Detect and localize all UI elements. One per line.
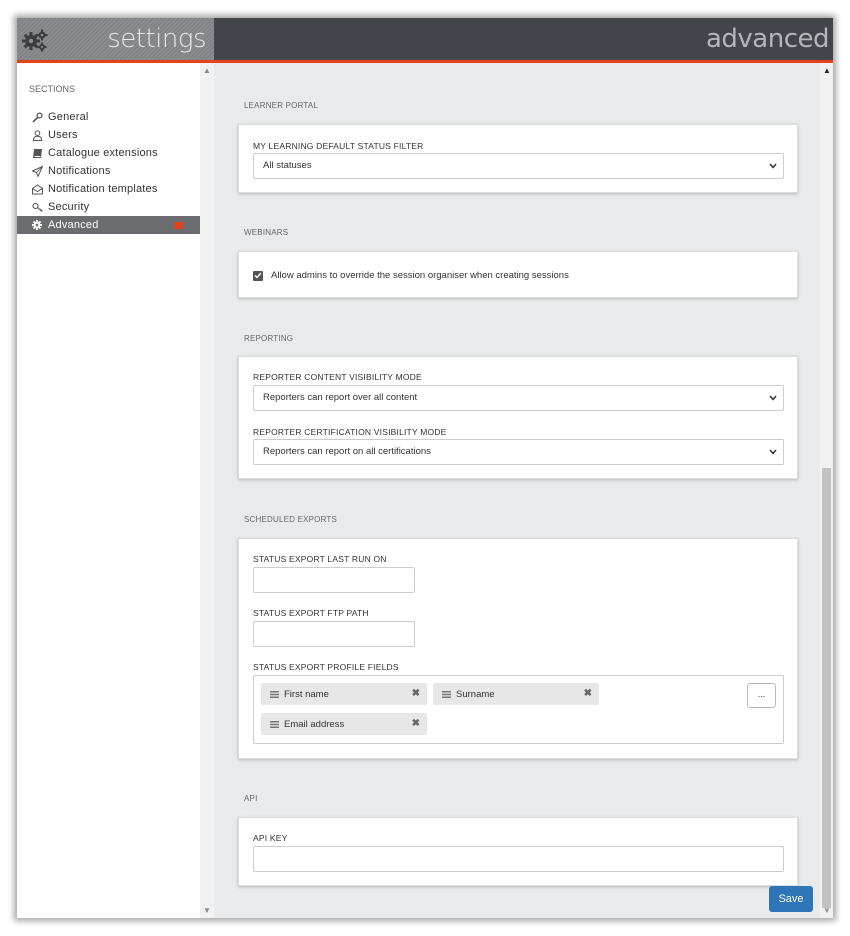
override-organiser-label: Allow admins to override the session org…	[271, 270, 569, 281]
active-indicator	[174, 222, 183, 229]
header-right: advanced	[214, 18, 833, 60]
content-visibility-label: REPORTER CONTENT VISIBILITY MODE	[253, 372, 422, 382]
sidebar-item-notification-templates[interactable]: Notification templates	[17, 180, 200, 198]
main-content: LEARNER PORTAL MY LEARNING DEFAULT STATU…	[214, 63, 820, 918]
scroll-down-arrow-icon[interactable]: ▼	[823, 906, 831, 915]
envelope-icon	[31, 183, 43, 195]
sidebar-item-label: Users	[48, 129, 78, 141]
profile-field-tag: Email address ✖	[261, 713, 427, 735]
profile-fields-box[interactable]: First name ✖ Surname ✖ Email address ✖ .…	[253, 675, 784, 744]
gear-icon	[31, 219, 43, 231]
sidebar-item-label: Notifications	[48, 165, 111, 177]
sidebar-item-users[interactable]: Users	[17, 126, 200, 144]
field-list-icon	[270, 720, 279, 728]
section-title-api: API	[244, 794, 258, 803]
profile-field-label: First name	[284, 688, 329, 700]
card-api: API KEY	[238, 817, 798, 886]
status-filter-label: MY LEARNING DEFAULT STATUS FILTER	[253, 141, 424, 151]
section-title-learner-portal: LEARNER PORTAL	[244, 101, 319, 110]
profile-field-label: Surname	[456, 688, 495, 700]
chevron-down-icon	[769, 163, 777, 169]
last-run-label: STATUS EXPORT LAST RUN ON	[253, 554, 387, 564]
scrollbar-thumb[interactable]	[822, 468, 831, 908]
override-organiser-checkbox[interactable]	[253, 270, 263, 281]
header-section-title: advanced	[705, 24, 830, 54]
override-organiser-row: Allow admins to override the session org…	[253, 270, 569, 281]
scroll-up-arrow-icon[interactable]: ▲	[823, 66, 831, 75]
sidebar-item-label: Security	[48, 201, 90, 213]
content-visibility-value: Reporters can report over all content	[263, 392, 418, 403]
status-filter-select[interactable]: All statuses	[253, 153, 784, 179]
checkmark-icon	[254, 272, 262, 279]
profile-field-tag: Surname ✖	[433, 683, 599, 705]
sidebar: SECTIONS General Users Catalogue extensi…	[17, 63, 200, 918]
sidebar-item-security[interactable]: Security	[17, 198, 200, 216]
sidebar-item-general[interactable]: General	[17, 108, 200, 126]
remove-icon[interactable]: ✖	[584, 688, 592, 699]
card-learner-portal: MY LEARNING DEFAULT STATUS FILTER All st…	[238, 124, 798, 193]
status-filter-value: All statuses	[263, 160, 312, 171]
field-list-icon	[442, 690, 451, 698]
card-webinars: Allow admins to override the session org…	[238, 251, 798, 298]
save-button[interactable]: Save	[769, 886, 813, 912]
header-settings-title: settings	[107, 24, 206, 54]
section-title-scheduled-exports: SCHEDULED EXPORTS	[244, 515, 338, 524]
chevron-down-icon	[769, 449, 777, 455]
sidebar-scrollbar[interactable]: ▲ ▼	[200, 63, 214, 918]
ftp-path-label: STATUS EXPORT FTP PATH	[253, 608, 369, 618]
scroll-down-arrow-icon[interactable]: ▼	[203, 906, 211, 915]
profile-field-tag: First name ✖	[261, 683, 427, 705]
sections-label: SECTIONS	[29, 84, 76, 94]
field-list-icon	[270, 690, 279, 698]
section-title-reporting: REPORTING	[244, 334, 294, 343]
ftp-path-input[interactable]	[253, 621, 415, 647]
content-visibility-select[interactable]: Reporters can report over all content	[253, 385, 784, 411]
card-scheduled-exports: STATUS EXPORT LAST RUN ON STATUS EXPORT …	[238, 538, 798, 759]
last-run-input[interactable]	[253, 567, 415, 593]
sidebar-item-label: Catalogue extensions	[48, 147, 158, 159]
cert-visibility-select[interactable]: Reporters can report on all certificatio…	[253, 439, 784, 465]
profile-field-label: Email address	[284, 718, 345, 730]
settings-window: settings advanced SECTIONS General Users	[17, 18, 833, 918]
wrench-icon	[31, 111, 43, 123]
sidebar-item-advanced[interactable]: Advanced	[17, 216, 200, 234]
gears-icon	[22, 29, 48, 52]
sidebar-item-notifications[interactable]: Notifications	[17, 162, 200, 180]
api-key-input[interactable]	[253, 846, 784, 872]
scroll-up-arrow-icon[interactable]: ▲	[203, 66, 211, 75]
main-scrollbar[interactable]: ▲ ▼	[820, 63, 833, 918]
card-reporting: REPORTER CONTENT VISIBILITY MODE Reporte…	[238, 356, 798, 479]
sidebar-item-label: Notification templates	[48, 183, 158, 195]
sidebar-nav: General Users Catalogue extensions Notif…	[17, 108, 200, 234]
paper-plane-icon	[31, 165, 43, 177]
api-key-label: API KEY	[253, 833, 288, 843]
user-icon	[31, 129, 43, 141]
chevron-down-icon	[769, 395, 777, 401]
sidebar-item-label: Advanced	[48, 219, 99, 231]
header-left: settings	[17, 18, 214, 60]
key-icon	[31, 201, 43, 213]
cert-visibility-value: Reporters can report on all certificatio…	[263, 446, 431, 457]
sidebar-item-label: General	[48, 111, 89, 123]
cert-visibility-label: REPORTER CERTIFICATION VISIBILITY MODE	[253, 427, 447, 437]
section-title-webinars: WEBINARS	[244, 228, 289, 237]
remove-icon[interactable]: ✖	[412, 718, 420, 729]
book-icon	[31, 147, 43, 159]
sidebar-item-catalogue-extensions[interactable]: Catalogue extensions	[17, 144, 200, 162]
add-profile-field-button[interactable]: ...	[747, 683, 776, 708]
profile-fields-label: STATUS EXPORT PROFILE FIELDS	[253, 662, 399, 672]
remove-icon[interactable]: ✖	[412, 688, 420, 699]
